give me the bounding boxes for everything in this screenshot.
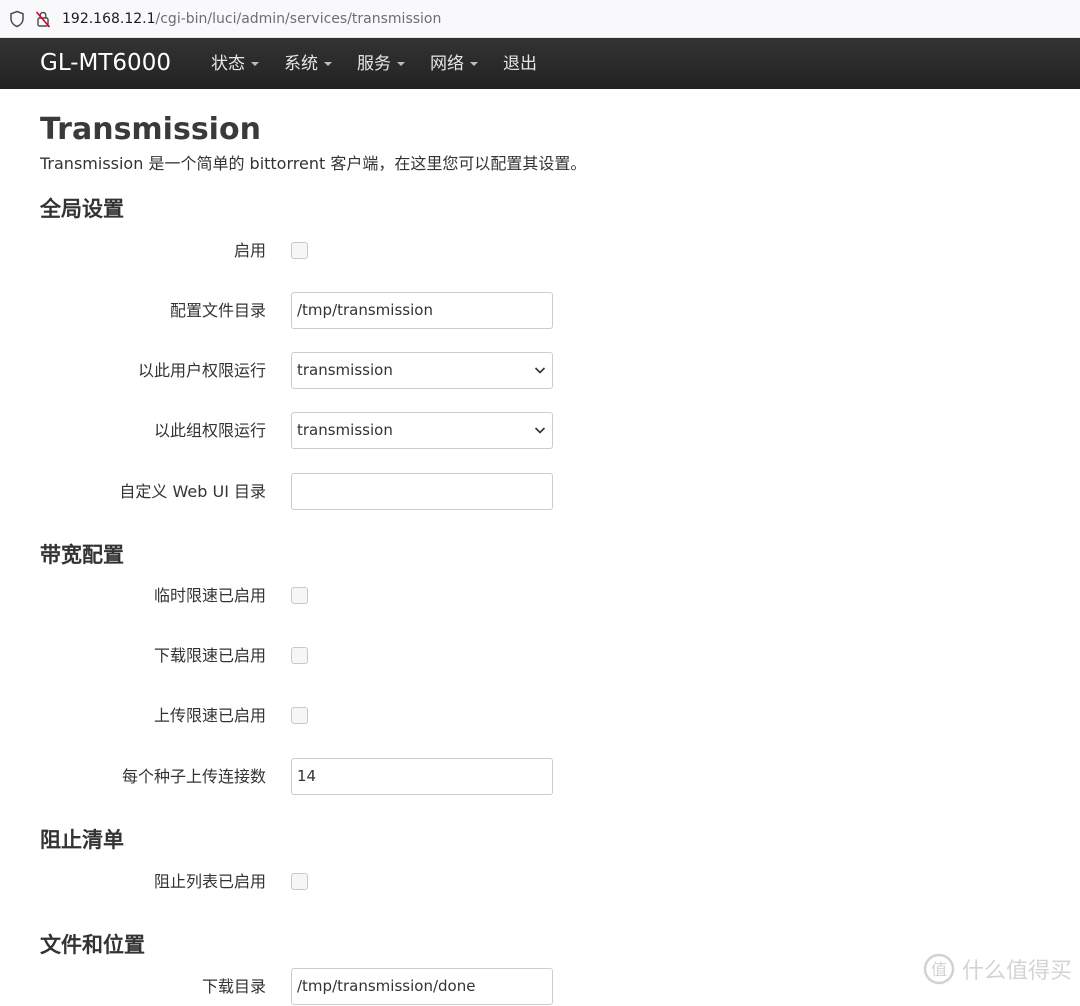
run-group-select[interactable]: transmission [291, 412, 553, 449]
upload-slots-label: 每个种子上传连接数 [121, 767, 266, 786]
alt-speed-checkbox[interactable] [291, 587, 308, 604]
nav-item-label: 网络 [430, 54, 464, 74]
row-run-user: 以此用户权限运行 transmission [40, 352, 560, 390]
webui-dir-label: 自定义 Web UI 目录 [119, 482, 266, 501]
browser-address-bar: 192.168.12.1/cgi-bin/luci/admin/services… [0, 0, 1080, 38]
nav-item-label: 系统 [284, 54, 318, 74]
nav-item-logout[interactable]: 退出 [503, 52, 537, 76]
url-host: 192.168.12.1 [62, 11, 156, 27]
download-limit-label: 下载限速已启用 [153, 646, 266, 665]
run-user-label: 以此用户权限运行 [137, 361, 266, 380]
chevron-down-icon [534, 367, 546, 374]
download-limit-checkbox[interactable] [291, 647, 308, 664]
section-title-bandwidth: 带宽配置 [40, 543, 124, 567]
row-download-limit: 下载限速已启用 [40, 637, 560, 675]
row-download-dir: 下载目录 /tmp/transmission/done [40, 968, 560, 1006]
run-user-select[interactable]: transmission [291, 352, 553, 389]
enable-checkbox[interactable] [291, 242, 308, 259]
top-navbar: GL-MT6000 状态 系统 服务 网络 退出 [0, 38, 1080, 89]
row-enable: 启用 [40, 232, 560, 270]
config-dir-label: 配置文件目录 [169, 301, 266, 320]
watermark: 值 什么值得买 [922, 951, 1072, 987]
run-group-value: transmission [297, 421, 393, 439]
insecure-lock-icon[interactable] [35, 10, 51, 28]
caret-down-icon [470, 62, 478, 66]
svg-text:值: 值 [931, 960, 947, 979]
run-user-value: transmission [297, 361, 393, 379]
row-upload-limit: 上传限速已启用 [40, 697, 560, 735]
run-group-label: 以此组权限运行 [153, 421, 266, 440]
section-title-global: 全局设置 [40, 197, 124, 221]
brand-logo[interactable]: GL-MT6000 [40, 48, 171, 78]
blocklist-checkbox[interactable] [291, 873, 308, 890]
nav-item-label: 状态 [211, 54, 245, 74]
url-field[interactable]: 192.168.12.1/cgi-bin/luci/admin/services… [62, 10, 441, 28]
page-title: Transmission [40, 112, 261, 147]
caret-down-icon [324, 62, 332, 66]
download-dir-input[interactable]: /tmp/transmission/done [291, 968, 553, 1005]
chevron-down-icon [534, 427, 546, 434]
caret-down-icon [251, 62, 259, 66]
shield-icon[interactable] [9, 10, 25, 28]
nav-item-network[interactable]: 网络 [430, 52, 478, 76]
url-path: /cgi-bin/luci/admin/services/transmissio… [155, 11, 442, 27]
row-config-dir: 配置文件目录 /tmp/transmission [40, 292, 560, 330]
nav-item-services[interactable]: 服务 [357, 52, 405, 76]
alt-speed-label: 临时限速已启用 [153, 586, 266, 605]
nav-item-label: 退出 [503, 54, 537, 74]
caret-down-icon [397, 62, 405, 66]
page-description: Transmission 是一个简单的 bittorrent 客户端，在这里您可… [40, 154, 587, 173]
row-upload-slots: 每个种子上传连接数 14 [40, 758, 560, 796]
blocklist-label: 阻止列表已启用 [153, 872, 266, 891]
upload-slots-input[interactable]: 14 [291, 758, 553, 795]
webui-dir-input[interactable] [291, 473, 553, 510]
row-run-group: 以此组权限运行 transmission [40, 412, 560, 450]
nav-item-system[interactable]: 系统 [284, 52, 332, 76]
watermark-text: 什么值得买 [961, 959, 1072, 984]
row-alt-speed: 临时限速已启用 [40, 577, 560, 615]
upload-limit-checkbox[interactable] [291, 707, 308, 724]
section-title-blocklist: 阻止清单 [40, 828, 124, 852]
nav-item-status[interactable]: 状态 [211, 52, 259, 76]
upload-limit-label: 上传限速已启用 [153, 706, 266, 725]
watermark-logo-icon: 值 [923, 953, 955, 985]
row-blocklist: 阻止列表已启用 [40, 863, 560, 901]
nav-menu: 状态 系统 服务 网络 退出 [211, 52, 562, 76]
config-dir-input[interactable]: /tmp/transmission [291, 292, 553, 329]
nav-item-label: 服务 [357, 54, 391, 74]
row-webui-dir: 自定义 Web UI 目录 [40, 473, 560, 511]
section-title-files: 文件和位置 [40, 933, 145, 957]
enable-label: 启用 [233, 241, 266, 260]
